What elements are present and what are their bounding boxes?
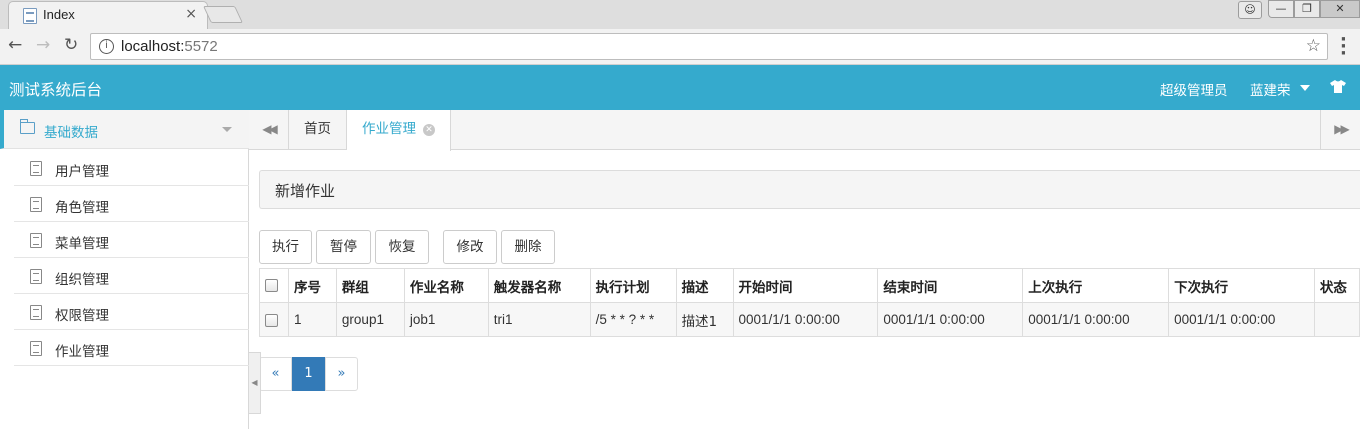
- column-header[interactable]: 执行计划: [589, 268, 677, 303]
- page-1-button[interactable]: 1: [292, 357, 325, 391]
- browser-tab-title: Index: [43, 7, 75, 22]
- scroll-tabs-left-icon[interactable]: ◀◀: [249, 110, 289, 150]
- document-icon: [30, 341, 42, 356]
- sidebar-item-label: 菜单管理: [55, 236, 109, 252]
- main-content: ◀◀ 首页 作业管理 ✕ ▶▶ 新增作业 执行 暂停 恢复 修改 删除 序号 群…: [249, 110, 1360, 429]
- forward-arrow-icon[interactable]: →: [36, 35, 50, 55]
- table-cell: 1: [287, 302, 337, 337]
- table-cell: 0001/1/1 0:00:00: [732, 302, 879, 337]
- sidebar-item-permissions[interactable]: 权限管理: [14, 294, 249, 330]
- page-favicon-icon: [23, 8, 37, 24]
- sidebar-group-basic-data[interactable]: 基础数据: [0, 110, 249, 149]
- column-header[interactable]: 状态: [1313, 268, 1360, 303]
- sidebar-item-label: 权限管理: [55, 308, 109, 324]
- table-cell: 0001/1/1 0:00:00: [877, 302, 1024, 337]
- info-icon[interactable]: i: [99, 39, 114, 54]
- previous-page-button[interactable]: «: [259, 357, 292, 391]
- tab-label: 作业管理: [362, 121, 416, 137]
- table-cell: 0001/1/1 0:00:00: [1022, 302, 1170, 337]
- sidebar-item-jobs[interactable]: 作业管理: [14, 330, 249, 366]
- document-icon: [30, 305, 42, 320]
- sidebar: 基础数据 用户管理 角色管理 菜单管理 组织管理 权限管理 作业管理: [0, 110, 249, 429]
- address-toolbar: ← → ↻ i localhost:5572 ☆ · · ·: [0, 29, 1360, 65]
- sidebar-item-label: 用户管理: [55, 164, 109, 180]
- url-port: 5572: [184, 38, 218, 55]
- bookmark-star-icon[interactable]: ☆: [1306, 36, 1321, 56]
- browser-menu-icon[interactable]: · · ·: [1340, 31, 1347, 63]
- document-icon: [30, 161, 42, 176]
- column-header[interactable]: 开始时间: [732, 268, 879, 303]
- column-header[interactable]: 群组: [335, 268, 405, 303]
- chevron-down-icon: [222, 127, 232, 132]
- new-tab-button[interactable]: [203, 6, 243, 23]
- table-cell: group1: [335, 302, 405, 337]
- caret-down-icon[interactable]: [1300, 85, 1310, 91]
- table-cell: /5 * * ? * *: [589, 302, 677, 337]
- select-all-checkbox[interactable]: [265, 279, 278, 292]
- address-input[interactable]: i localhost:5572 ☆: [90, 33, 1328, 60]
- jobs-table: 序号 群组 作业名称 触发器名称 执行计划 描述 开始时间 结束时间 上次执行 …: [259, 268, 1360, 337]
- table-cell: job1: [403, 302, 489, 337]
- minimize-button[interactable]: —: [1268, 0, 1294, 18]
- document-icon: [30, 269, 42, 284]
- close-tab-icon[interactable]: ×: [185, 6, 197, 22]
- restore-button[interactable]: ❐: [1294, 0, 1320, 18]
- content-tabs-bar: ◀◀ 首页 作业管理 ✕ ▶▶: [249, 110, 1360, 151]
- sidebar-item-label: 组织管理: [55, 272, 109, 288]
- sidebar-item-organizations[interactable]: 组织管理: [14, 258, 249, 294]
- document-icon: [30, 233, 42, 248]
- url-host: localhost:: [121, 38, 185, 55]
- app-title: 测试系统后台: [9, 81, 103, 99]
- sidebar-item-menus[interactable]: 菜单管理: [14, 222, 249, 258]
- column-header[interactable]: 触发器名称: [487, 268, 591, 303]
- sidebar-group-label: 基础数据: [44, 125, 98, 141]
- scroll-tabs-right-icon[interactable]: ▶▶: [1320, 110, 1360, 150]
- section-title: 新增作业: [275, 182, 336, 200]
- close-tab-icon[interactable]: ✕: [423, 124, 435, 136]
- row-checkbox[interactable]: [265, 313, 278, 327]
- edit-button[interactable]: 修改: [443, 230, 497, 264]
- sidebar-item-roles[interactable]: 角色管理: [14, 186, 249, 222]
- column-header[interactable]: 下次执行: [1168, 268, 1315, 303]
- next-page-button[interactable]: »: [325, 357, 358, 391]
- role-label: 超级管理员: [1160, 83, 1228, 99]
- column-header[interactable]: 上次执行: [1022, 268, 1170, 303]
- tab-home[interactable]: 首页: [289, 110, 347, 150]
- profile-icon[interactable]: ☺: [1238, 1, 1262, 19]
- browser-tabstrip: Index × ☺ — ❐ ✕: [0, 0, 1360, 29]
- pause-button[interactable]: 暂停: [316, 230, 371, 264]
- resume-button[interactable]: 恢复: [375, 230, 429, 264]
- app-header: 测试系统后台 超级管理员 蓝建荣: [0, 65, 1360, 110]
- table-cell: tri1: [487, 302, 591, 337]
- tab-job-management[interactable]: 作业管理 ✕: [347, 110, 451, 151]
- column-header[interactable]: 作业名称: [403, 268, 489, 303]
- browser-tab[interactable]: Index ×: [8, 1, 208, 29]
- new-job-panel-header[interactable]: 新增作业: [259, 170, 1360, 209]
- sidebar-item-users[interactable]: 用户管理: [14, 150, 249, 186]
- sidebar-collapse-handle[interactable]: ◀: [249, 352, 261, 414]
- execute-button[interactable]: 执行: [259, 230, 312, 264]
- close-window-button[interactable]: ✕: [1320, 0, 1360, 18]
- delete-button[interactable]: 删除: [501, 230, 555, 264]
- table-cell: [1313, 302, 1360, 337]
- sidebar-item-label: 作业管理: [55, 344, 109, 360]
- table-cell: 描述1: [675, 302, 734, 337]
- column-header[interactable]: 结束时间: [877, 268, 1024, 303]
- reload-icon[interactable]: ↻: [64, 35, 78, 55]
- url-text: localhost:5572: [121, 38, 218, 55]
- column-header[interactable]: 序号: [287, 268, 337, 303]
- select-all-cell: [259, 268, 289, 303]
- table-row[interactable]: 1 group1 job1 tri1 /5 * * ? * * 描述1 0001…: [259, 302, 1360, 337]
- table-header-row: 序号 群组 作业名称 触发器名称 执行计划 描述 开始时间 结束时间 上次执行 …: [259, 268, 1360, 303]
- column-header[interactable]: 描述: [675, 268, 734, 303]
- theme-shirt-icon[interactable]: [1330, 80, 1346, 93]
- folder-icon: [20, 119, 35, 134]
- document-icon: [30, 197, 42, 212]
- back-arrow-icon[interactable]: ←: [8, 35, 22, 55]
- sidebar-item-label: 角色管理: [55, 200, 109, 216]
- table-cell: 0001/1/1 0:00:00: [1168, 302, 1315, 337]
- row-select-cell: [259, 302, 289, 337]
- user-menu[interactable]: 蓝建荣: [1250, 79, 1291, 99]
